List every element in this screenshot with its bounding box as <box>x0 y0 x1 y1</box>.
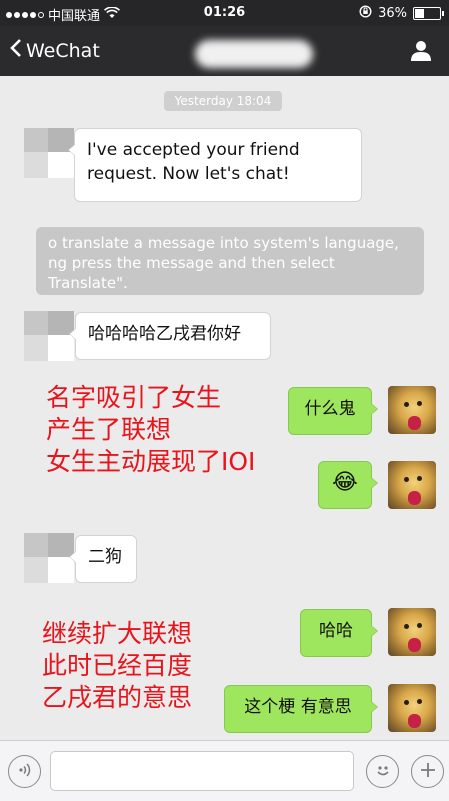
message-bubble-sent[interactable]: 😂 <box>318 461 378 509</box>
annotation-line: 乙戌君的意思 <box>42 683 193 712</box>
battery-icon <box>413 7 444 20</box>
my-avatar[interactable] <box>388 386 436 434</box>
navigation-bar: WeChat <box>0 26 449 76</box>
chat-title-blurred <box>195 40 313 68</box>
battery-percent: 36% <box>378 6 407 21</box>
message-text-line: request. Now let's chat! <box>87 164 290 184</box>
annotation-block: 继续扩大联想 此时已经百度 乙戌君的意思 <box>42 618 192 714</box>
annotation-block: 名字吸引了女生 产生了联想 女生主动展现了IOI <box>46 382 255 478</box>
message-timestamp: Yesterday 18:04 <box>164 91 282 111</box>
back-button[interactable]: WeChat <box>10 38 100 63</box>
annotation-line: 继续扩大联想 <box>42 619 193 648</box>
tip-text-line: ng press the message and then select <box>48 254 335 272</box>
plus-icon <box>419 761 437 783</box>
message-bubble-sent[interactable]: 这个梗 有意思 <box>224 685 378 733</box>
message-bubble-sent[interactable]: 哈哈 <box>300 609 378 657</box>
annotation-line: 此时已经百度 <box>42 651 193 680</box>
annotation-line: 名字吸引了女生 <box>46 383 222 412</box>
message-bubble-sent[interactable]: 什么鬼 <box>288 387 378 435</box>
emoji-icon <box>373 760 393 784</box>
contact-avatar[interactable] <box>24 311 74 361</box>
message-bubble-received[interactable]: I've accepted your friend request. Now l… <box>68 128 362 202</box>
chevron-left-icon <box>10 38 22 63</box>
more-options-button[interactable] <box>411 755 444 788</box>
voice-button[interactable] <box>8 755 41 788</box>
message-bubble-received[interactable]: 二狗 <box>69 535 137 583</box>
orientation-lock-icon <box>359 5 372 22</box>
message-bubble-received[interactable]: 哈哈哈哈乙戌君你好 <box>69 312 271 360</box>
tip-text-line: o translate a message into system's lang… <box>48 234 399 252</box>
status-bar: 中国联通 01:26 36% <box>0 0 449 26</box>
translate-tip: o translate a message into system's lang… <box>36 227 424 295</box>
person-icon <box>409 41 433 66</box>
contact-avatar[interactable] <box>24 128 74 178</box>
contact-info-button[interactable] <box>409 38 433 66</box>
back-label: WeChat <box>26 39 100 62</box>
message-text-line: I've accepted your friend <box>87 140 300 160</box>
annotation-line: 女生主动展现了IOI <box>46 447 256 476</box>
emoji-button[interactable] <box>366 755 399 788</box>
battery-info: 36% <box>359 5 444 22</box>
message-input[interactable] <box>50 751 354 791</box>
voice-icon <box>17 762 33 782</box>
my-avatar[interactable] <box>388 608 436 656</box>
tip-text-line: Translate". <box>48 274 128 292</box>
laughing-emoji-icon: 😂 <box>332 470 358 495</box>
contact-avatar[interactable] <box>24 533 74 583</box>
my-avatar[interactable] <box>388 461 436 509</box>
input-bar <box>0 740 449 801</box>
annotation-line: 产生了联想 <box>46 415 172 444</box>
my-avatar[interactable] <box>388 684 436 732</box>
